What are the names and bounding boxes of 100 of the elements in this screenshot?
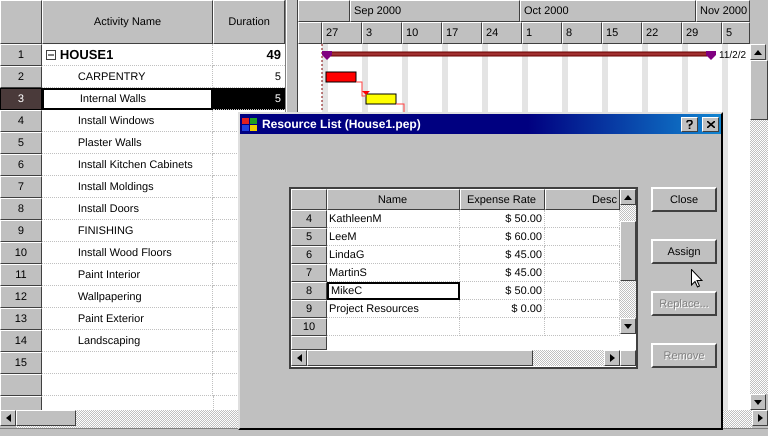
row-header[interactable]: 10 — [291, 318, 327, 336]
name-cell[interactable]: MartinS — [327, 264, 460, 282]
scroll-thumb[interactable] — [750, 60, 768, 120]
row-header[interactable]: 8 — [0, 198, 42, 220]
name-cell[interactable]: Project Resources — [327, 300, 460, 318]
dependency-line — [396, 104, 404, 114]
scroll-down-button[interactable] — [620, 318, 636, 334]
activity-cell[interactable]: Paint Interior — [42, 264, 214, 286]
week-header: 1 — [522, 22, 562, 44]
close-button[interactable] — [702, 116, 719, 132]
scroll-thumb[interactable] — [307, 350, 533, 366]
summary-bar[interactable] — [322, 51, 716, 60]
rate-cell[interactable]: $ 50.00 — [460, 282, 545, 300]
row-header[interactable]: 6 — [291, 246, 327, 264]
row-header[interactable]: 14 — [0, 330, 42, 352]
row-header[interactable]: 3 — [0, 88, 42, 110]
activity-cell[interactable]: Plaster Walls — [42, 132, 214, 154]
column-header[interactable]: Desc — [545, 189, 620, 210]
row-header[interactable]: 5 — [0, 132, 42, 154]
activity-cell[interactable]: HOUSE1 — [42, 44, 214, 66]
rate-cell[interactable]: $ 0.00 — [460, 300, 545, 318]
scroll-right-button[interactable] — [752, 410, 768, 426]
duration-cell[interactable]: 5 — [213, 88, 285, 110]
activity-cell[interactable]: Paint Exterior — [42, 308, 214, 330]
scroll-right-button[interactable] — [604, 350, 620, 366]
month-header: Oct 2000 — [520, 0, 696, 22]
milestone-icon — [362, 91, 370, 95]
collapse-icon[interactable] — [46, 50, 56, 60]
activity-name: Install Doors — [78, 202, 139, 214]
week-header: 22 — [642, 22, 682, 44]
row-header[interactable] — [0, 374, 42, 396]
month-header: Nov 2000 — [696, 0, 750, 22]
right-arrow-icon — [610, 354, 614, 362]
row-header[interactable]: 15 — [0, 352, 42, 374]
row-header[interactable]: 5 — [291, 228, 327, 246]
row-header[interactable]: 12 — [0, 286, 42, 308]
activity-cell[interactable]: Install Doors — [42, 198, 214, 220]
row-header[interactable]: 7 — [291, 264, 327, 282]
week-header: 29 — [682, 22, 722, 44]
scroll-thumb[interactable] — [620, 221, 636, 281]
row-header[interactable]: 10 — [0, 242, 42, 264]
dialog-button[interactable]: Close — [651, 187, 717, 212]
row-header[interactable] — [291, 336, 327, 350]
activity-name: Install Windows — [78, 114, 154, 126]
activity-cell[interactable]: FINISHING — [42, 220, 214, 242]
app-icon — [242, 117, 258, 131]
duration-cell[interactable]: 49 — [213, 44, 285, 66]
row-header[interactable]: 6 — [0, 154, 42, 176]
rate-cell[interactable]: $ 45.00 — [460, 264, 545, 282]
column-header[interactable]: Expense Rate — [460, 189, 545, 210]
activity-cell[interactable]: Landscaping — [42, 330, 214, 352]
activity-cell[interactable]: Install Wood Floors — [42, 242, 214, 264]
scroll-down-button[interactable] — [750, 394, 766, 410]
rate-cell[interactable]: $ 60.00 — [460, 228, 545, 246]
week-header: 15 — [602, 22, 642, 44]
scroll-thumb[interactable] — [16, 410, 76, 426]
column-header[interactable]: Duration — [213, 0, 285, 44]
week-header: 24 — [482, 22, 522, 44]
activity-name: Install Wood Floors — [78, 246, 172, 258]
scroll-up-button[interactable] — [620, 189, 636, 205]
scroll-left-button[interactable] — [0, 410, 16, 426]
left-arrow-icon — [6, 414, 10, 422]
empty-cell[interactable] — [460, 318, 545, 336]
activity-name: Plaster Walls — [78, 136, 142, 148]
activity-cell[interactable]: Wallpapering — [42, 286, 214, 308]
row-header[interactable]: 13 — [0, 308, 42, 330]
row-header[interactable]: 1 — [0, 44, 42, 66]
left-arrow-icon — [296, 354, 302, 362]
row-header[interactable]: 4 — [0, 110, 42, 132]
activity-cell[interactable]: CARPENTRY — [42, 66, 214, 88]
activity-cell[interactable]: Install Moldings — [42, 176, 214, 198]
finish-date-label: 11/2/2 — [719, 50, 746, 61]
task-bar[interactable] — [366, 94, 396, 104]
activity-name: Paint Exterior — [78, 312, 144, 324]
up-arrow-icon — [624, 194, 632, 200]
dialog-button[interactable]: Assign — [651, 239, 717, 264]
rate-cell[interactable]: $ 45.00 — [460, 246, 545, 264]
name-cell[interactable]: KathleenM — [327, 210, 460, 228]
row-header[interactable]: 2 — [0, 66, 42, 88]
name-cell[interactable]: LindaG — [327, 246, 460, 264]
row-header[interactable]: 8 — [291, 282, 327, 300]
row-header[interactable]: 11 — [0, 264, 42, 286]
activity-cell[interactable]: Install Windows — [42, 110, 214, 132]
scroll-left-button[interactable] — [291, 350, 307, 366]
rate-cell[interactable]: $ 50.00 — [460, 210, 545, 228]
activity-cell[interactable]: Internal Walls — [42, 88, 214, 110]
week-header: 27 — [322, 22, 362, 44]
row-header[interactable]: 9 — [291, 300, 327, 318]
row-header[interactable]: 9 — [0, 220, 42, 242]
column-header[interactable]: Activity Name — [42, 0, 214, 44]
column-header[interactable]: Name — [327, 189, 460, 210]
name-cell[interactable]: MikeC — [327, 282, 460, 300]
name-cell[interactable]: LeeM — [327, 228, 460, 246]
activity-cell[interactable]: Install Kitchen Cabinets — [42, 154, 214, 176]
down-arrow-icon — [754, 400, 762, 404]
scroll-up-button[interactable] — [750, 44, 766, 60]
row-header[interactable]: 4 — [291, 210, 327, 228]
help-button[interactable] — [681, 116, 698, 132]
mouse-cursor-icon — [691, 269, 703, 288]
row-header[interactable]: 7 — [0, 176, 42, 198]
